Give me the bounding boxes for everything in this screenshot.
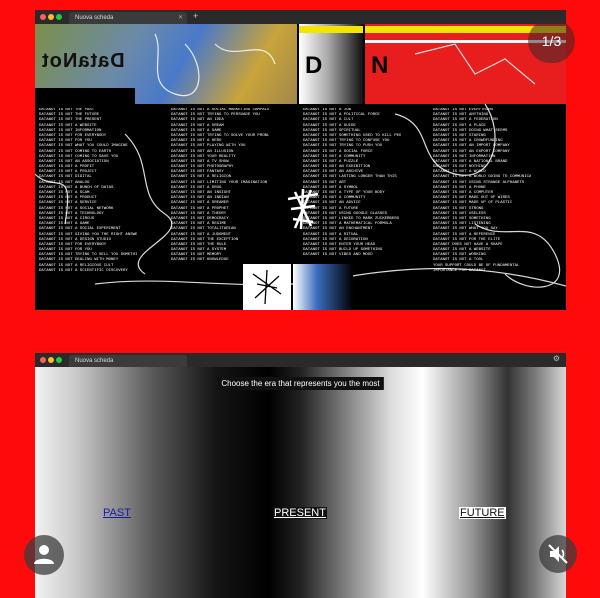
letter-d: D <box>305 52 323 79</box>
maximize-window-button[interactable] <box>56 14 62 20</box>
close-window-button[interactable] <box>40 14 46 20</box>
yellow-stripe <box>299 26 363 33</box>
scribble-thumbnail[interactable] <box>243 264 291 310</box>
statement-column-1: DATANOT IS NOT THE PAST DATANOT IS NOT TH… <box>39 108 137 274</box>
statement-line: DATANOT IS NOT KNOWLEDGE <box>171 258 229 263</box>
center-glyph <box>287 188 319 230</box>
tab-bar: Nuova scheda ✕ + <box>35 10 566 25</box>
muted-speaker-icon <box>548 544 568 564</box>
statement-line: DATANOT IS NOT WHAT YOU COULD IMAGINE <box>39 144 128 149</box>
era-link-present[interactable]: PRESENT <box>273 507 327 519</box>
statement-column-4: DATANOT IS NOT EVERYTHING DATANOT IS NOT … <box>433 108 531 274</box>
tab-title: Nuova scheda <box>75 15 114 21</box>
browser-window-top: Nuova scheda ✕ + DataNot D N DATANOT IS … <box>35 10 566 310</box>
mirrored-logo: DataNot <box>41 50 125 72</box>
era-chooser-page: Choose the era that represents you the m… <box>35 367 566 598</box>
statement-column-2: DATANOT IS NOT A SOCIAL MARKETING CAMPAI… <box>171 108 269 264</box>
statement-line: DATANOT IS NOT A SCIENTIFIC DISCOVERY <box>39 268 128 273</box>
browser-tab[interactable]: Nuova scheda <box>69 355 187 367</box>
letter-n: N <box>371 52 389 79</box>
statement-line: DATANOT IS NOT LASTING LONGER THAN THIS <box>303 175 397 180</box>
statement-line: DATANOT IS NOT A WORLD GOING TO COMMUNIC… <box>433 175 531 180</box>
maximize-window-button[interactable] <box>56 357 62 363</box>
scribble-glyph <box>252 269 282 305</box>
era-prompt: Choose the era that represents you the m… <box>217 377 384 390</box>
avatar-button[interactable] <box>24 535 64 575</box>
new-tab-button[interactable]: + <box>193 11 198 21</box>
person-icon <box>34 545 54 564</box>
minimize-window-button[interactable] <box>48 357 54 363</box>
tab-bar: Nuova scheda ⚙ <box>35 353 566 368</box>
close-window-button[interactable] <box>40 357 46 363</box>
tab-title: Nuova scheda <box>75 358 114 364</box>
close-tab-icon[interactable]: ✕ <box>178 12 183 24</box>
statement-line: DATANOT IS NOT GIVING YOU THE RIGHT ANSW… <box>39 232 137 237</box>
browser-menu-icon[interactable]: ⚙ <box>553 354 560 363</box>
minimize-window-button[interactable] <box>48 14 54 20</box>
slide-counter: 1/3 <box>528 19 575 63</box>
gradient-block <box>293 264 353 310</box>
browser-tab[interactable]: Nuova scheda ✕ <box>69 12 187 24</box>
datanot-site: DataNot D N DATANOT IS NOT THE PAST DATAN… <box>35 24 566 310</box>
browser-window-bottom: Nuova scheda ⚙ Choose the era that repre… <box>35 353 566 598</box>
statement-line: DATANOT IS NOT VIBES AND MOOD <box>303 253 373 258</box>
era-link-future[interactable]: FUTURE <box>459 507 506 519</box>
mute-button[interactable] <box>539 535 577 573</box>
map-caption-bar <box>35 88 135 104</box>
statement-line: IMPORTANCE FOR DATANOT <box>433 268 486 273</box>
era-link-past[interactable]: PAST <box>103 507 131 519</box>
